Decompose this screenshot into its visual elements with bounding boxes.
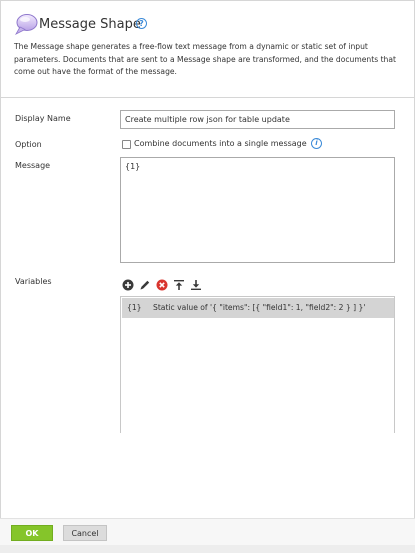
combine-documents-checkbox[interactable] xyxy=(122,140,131,149)
page-title: Message Shape xyxy=(39,17,141,32)
delete-icon[interactable] xyxy=(156,279,168,291)
help-icon[interactable]: ? xyxy=(136,18,147,29)
variable-key: {1} xyxy=(127,303,142,312)
combine-documents-label[interactable]: Combine documents into a single message xyxy=(134,139,307,148)
ok-button[interactable]: OK xyxy=(11,525,53,541)
bottom-strip xyxy=(0,545,415,553)
display-name-label: Display Name xyxy=(15,114,71,123)
variable-value: Static value of '{ "items": [{ "field1":… xyxy=(153,303,366,312)
move-up-icon[interactable] xyxy=(173,279,185,291)
cancel-button[interactable]: Cancel xyxy=(63,525,107,541)
info-icon[interactable]: i xyxy=(311,138,322,149)
display-name-input[interactable]: Create multiple row json for table updat… xyxy=(120,110,395,129)
variable-row[interactable]: {1} Static value of '{ "items": [{ "fiel… xyxy=(122,298,394,318)
option-label: Option xyxy=(15,140,42,149)
shape-description: The Message shape generates a free-flow … xyxy=(14,42,396,76)
message-textarea[interactable]: {1} xyxy=(120,157,395,263)
edit-icon[interactable] xyxy=(139,279,151,291)
variables-label: Variables xyxy=(15,277,52,286)
dialog-header: Message Shape ? The Message shape genera… xyxy=(0,0,415,90)
header-divider xyxy=(0,97,415,98)
variables-list: {1} Static value of '{ "items": [{ "fiel… xyxy=(120,296,395,433)
variables-toolbar xyxy=(122,279,222,292)
move-down-icon[interactable] xyxy=(190,279,202,291)
add-icon[interactable] xyxy=(122,279,134,291)
message-label: Message xyxy=(15,161,51,170)
message-bubble-icon xyxy=(14,14,38,35)
